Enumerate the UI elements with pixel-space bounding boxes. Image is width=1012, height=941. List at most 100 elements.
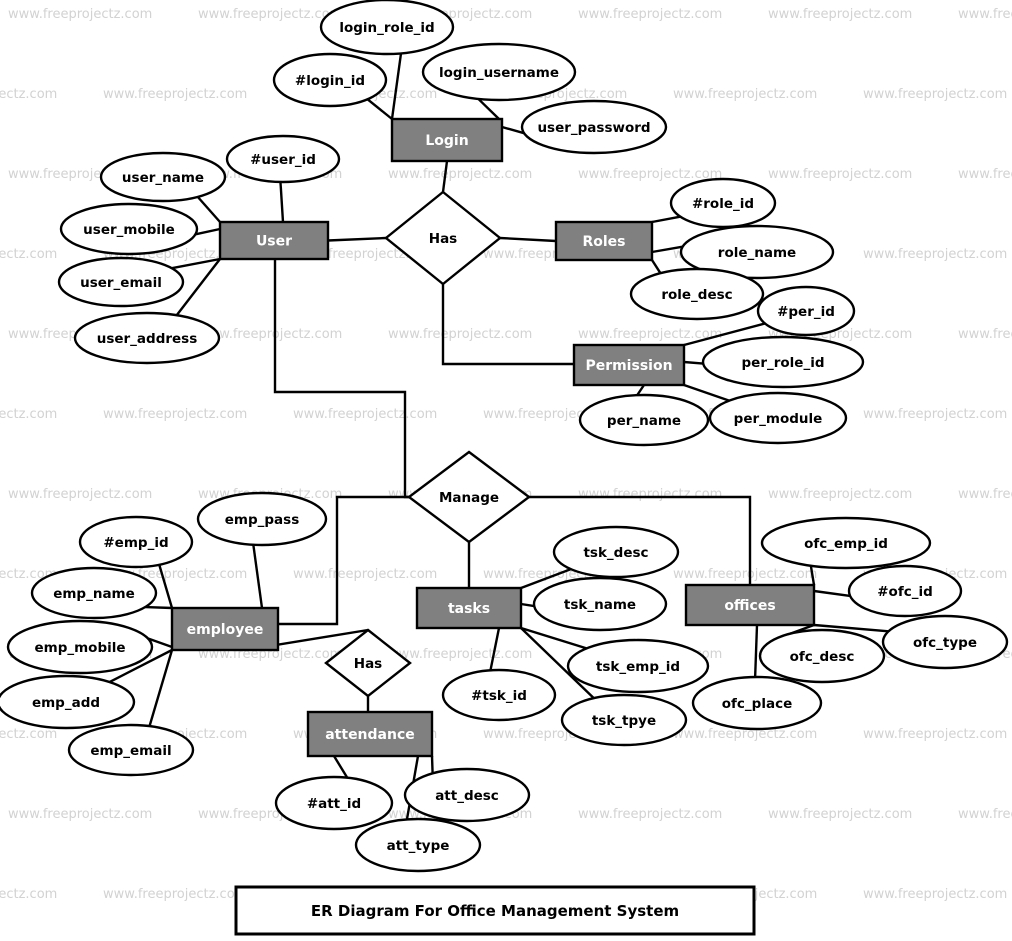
entity-tasks[interactable]: tasks (415, 586, 523, 630)
attribute-label: #ofc_id (877, 584, 933, 600)
attribute-ofc_id[interactable]: #ofc_id (847, 564, 963, 618)
attribute-link (683, 360, 704, 365)
attribute-link (332, 755, 349, 779)
attribute-label: ofc_place (722, 696, 792, 712)
attribute-att_desc[interactable]: att_desc (403, 767, 531, 823)
entity-label: employee (187, 622, 264, 638)
attribute-tsk_emp_id[interactable]: tsk_emp_id (566, 638, 710, 694)
attribute-label: att_type (387, 838, 450, 854)
attribute-emp_email[interactable]: emp_email (67, 723, 195, 777)
entity-roles[interactable]: Roles (554, 220, 654, 262)
attribute-role_desc[interactable]: role_desc (629, 267, 765, 321)
attribute-login_id[interactable]: #login_id (272, 52, 388, 108)
attribute-label: emp_name (53, 586, 135, 602)
attribute-tsk_tpye[interactable]: tsk_tpye (560, 693, 688, 747)
attribute-label: #user_id (250, 152, 316, 168)
attribute-label: ofc_type (913, 635, 977, 651)
attribute-link (158, 564, 174, 609)
attribute-emp_add[interactable]: emp_add (0, 674, 136, 730)
entity-attendance[interactable]: attendance (306, 710, 434, 758)
attribute-link (252, 544, 264, 609)
attribute-att_type[interactable]: att_type (354, 817, 482, 873)
attribute-link (651, 245, 683, 254)
attribute-emp_id[interactable]: #emp_id (78, 515, 194, 569)
relationship-has-user-roles[interactable]: Has (384, 190, 502, 286)
attribute-user_address[interactable]: user_address (73, 311, 221, 365)
entity-label: User (256, 234, 292, 250)
attribute-login_role_id[interactable]: login_role_id (319, 0, 455, 56)
attribute-user_password[interactable]: user_password (520, 99, 668, 155)
attribute-user_id[interactable]: #user_id (225, 134, 341, 184)
relationship-label: Manage (439, 490, 499, 506)
diagram-title: ER Diagram For Office Management System (311, 902, 679, 920)
link-has-roles (499, 236, 557, 243)
attribute-per_id[interactable]: #per_id (756, 285, 856, 337)
attribute-att_id[interactable]: #att_id (274, 775, 394, 831)
entity-login[interactable]: Login (390, 117, 504, 163)
attribute-label: ofc_desc (790, 649, 855, 665)
attribute-link (651, 215, 681, 224)
attribute-label: user_name (122, 170, 204, 186)
diagram-shapes: login_role_id #login_id login_usernameuser… (0, 0, 1009, 873)
diagram-title-box: ER Diagram For Office Management System (234, 885, 756, 936)
attribute-label: per_module (734, 411, 823, 427)
entity-label: attendance (325, 727, 415, 743)
attribute-link (809, 565, 816, 586)
attribute-user_email[interactable]: user_email (57, 256, 185, 308)
attribute-label: tsk_name (564, 597, 636, 613)
attribute-per_module[interactable]: per_module (708, 391, 848, 445)
attribute-link (753, 624, 759, 678)
attribute-label: emp_mobile (34, 640, 125, 656)
attribute-ofc_place[interactable]: ofc_place (691, 675, 823, 731)
attribute-emp_pass[interactable]: emp_pass (196, 491, 328, 547)
attribute-label: #role_id (692, 196, 754, 212)
attribute-per_name[interactable]: per_name (578, 393, 710, 447)
attribute-tsk_desc[interactable]: tsk_desc (552, 525, 680, 579)
attribute-ofc_desc[interactable]: ofc_desc (758, 628, 886, 684)
attribute-link (196, 196, 221, 223)
attribute-label: emp_email (90, 743, 171, 759)
relationship-has-employee-attendance[interactable]: Has (324, 628, 412, 698)
attribute-tsk_name[interactable]: tsk_name (532, 576, 668, 632)
attribute-link (145, 605, 173, 610)
entity-employee[interactable]: employee (170, 606, 280, 652)
attribute-label: login_username (439, 65, 559, 81)
entity-label: Permission (585, 358, 672, 374)
relationship-label: Has (354, 656, 382, 672)
attribute-link (477, 98, 500, 120)
attribute-label: tsk_emp_id (596, 659, 680, 675)
entity-offices[interactable]: offices (684, 583, 816, 627)
attribute-label: per_role_id (742, 355, 825, 371)
attribute-link (650, 259, 662, 274)
attribute-link (390, 53, 403, 120)
entity-user[interactable]: User (218, 220, 330, 261)
attribute-per_role_id[interactable]: per_role_id (701, 335, 865, 389)
attribute-user_name[interactable]: user_name (99, 151, 227, 203)
attribute-label: #emp_id (103, 535, 168, 551)
attribute-link (195, 227, 221, 236)
attribute-tsk_id[interactable]: #tsk_id (441, 668, 557, 722)
attribute-label: role_name (718, 245, 796, 261)
attribute-ofc_emp_id[interactable]: ofc_emp_id (760, 516, 932, 570)
relationship-manage[interactable]: Manage (407, 450, 531, 544)
attribute-link (430, 755, 434, 774)
entity-label: offices (724, 598, 775, 614)
attribute-emp_name[interactable]: emp_name (30, 566, 158, 620)
link-has-permission (441, 284, 574, 366)
attribute-label: user_mobile (83, 222, 175, 238)
attribute-label: per_name (607, 413, 681, 429)
attribute-ofc_type[interactable]: ofc_type (881, 614, 1009, 670)
attribute-label: user_address (97, 331, 198, 347)
attribute-emp_mobile[interactable]: emp_mobile (6, 619, 154, 675)
attribute-label: #att_id (307, 796, 361, 812)
link-has-login (441, 160, 449, 193)
attribute-label: tsk_tpye (592, 713, 656, 729)
attribute-user_mobile[interactable]: user_mobile (59, 202, 199, 256)
attribute-link (501, 125, 525, 135)
attribute-login_username[interactable]: login_username (421, 42, 577, 102)
entity-permission[interactable]: Permission (572, 343, 686, 387)
attribute-link (366, 98, 393, 120)
attribute-label: login_role_id (339, 20, 434, 36)
attribute-label: #tsk_id (471, 688, 527, 704)
attribute-role_id[interactable]: #role_id (669, 177, 777, 229)
